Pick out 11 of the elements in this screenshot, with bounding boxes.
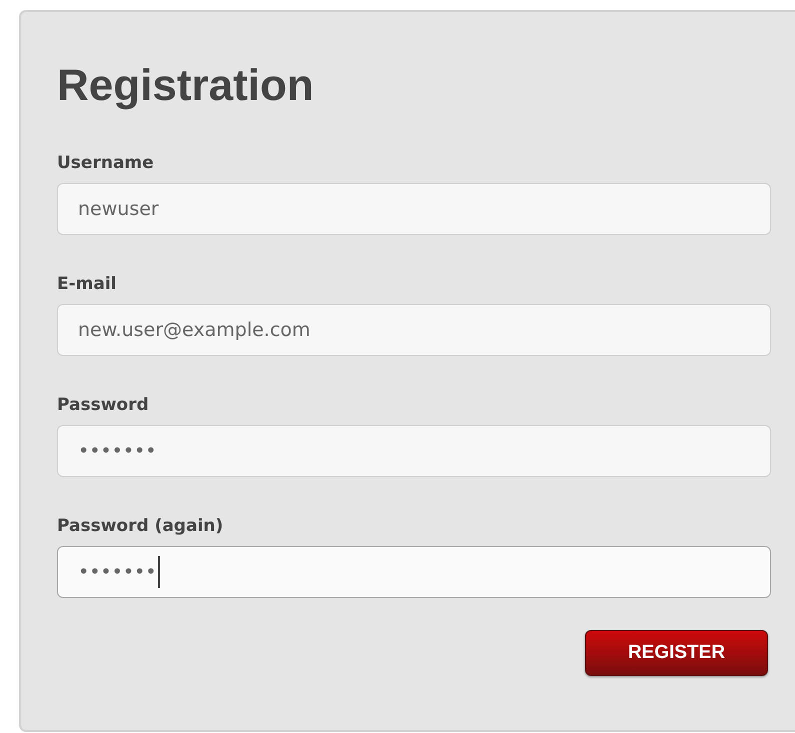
text-cursor — [158, 556, 160, 588]
input-field[interactable]: ••••••• — [57, 546, 771, 598]
input-field[interactable]: ••••••• — [57, 425, 771, 477]
field-label: Password — [57, 395, 150, 417]
register-button[interactable]: REGISTER — [585, 630, 768, 676]
input-field[interactable]: newuser — [57, 183, 771, 235]
form-title: Registration — [57, 60, 315, 108]
field-label: E-mail — [57, 274, 118, 296]
input-field[interactable]: new.user@example.com — [57, 304, 771, 356]
field-label: Username — [57, 153, 155, 175]
field-label: Password (again) — [57, 516, 224, 538]
